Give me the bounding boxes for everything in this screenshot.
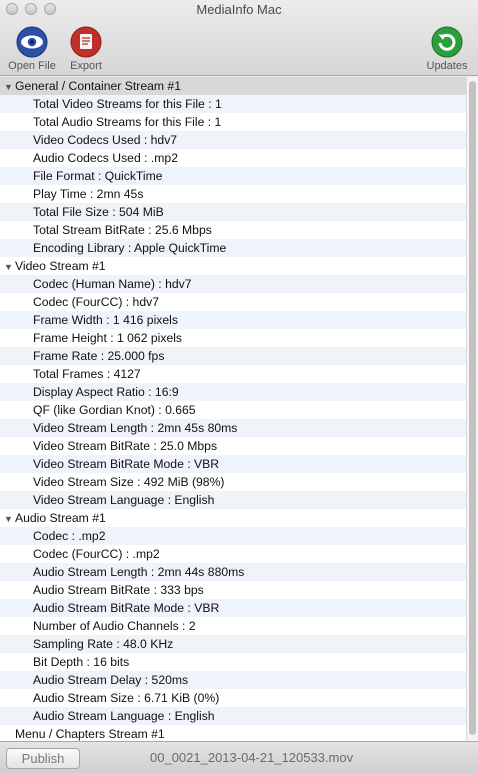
info-row[interactable]: Audio Stream Language : English [0, 707, 466, 725]
info-row[interactable]: Codec (Human Name) : hdv7 [0, 275, 466, 293]
open-file-button[interactable]: Open File [4, 26, 60, 72]
window-title: MediaInfo Mac [196, 2, 282, 17]
publish-button[interactable]: Publish [6, 748, 80, 769]
section-title: Menu / Chapters Stream #1 [15, 727, 165, 741]
info-row[interactable]: Video Codecs Used : hdv7 [0, 131, 466, 149]
info-row[interactable]: Audio Stream BitRate Mode : VBR [0, 599, 466, 617]
info-row[interactable]: Audio Stream BitRate : 333 bps [0, 581, 466, 599]
info-row[interactable]: Bit Depth : 16 bits [0, 653, 466, 671]
section-header[interactable]: ▼ General / Container Stream #1 [0, 77, 466, 95]
section-header[interactable]: ▼ Audio Stream #1 [0, 509, 466, 527]
open-file-label: Open File [8, 60, 56, 72]
info-row[interactable]: Video Stream BitRate : 25.0 Mbps [0, 437, 466, 455]
info-row[interactable]: File Format : QuickTime [0, 167, 466, 185]
bottom-bar: Publish 00_0021_2013-04-21_120533.mov [0, 741, 478, 773]
section-title: General / Container Stream #1 [15, 79, 181, 93]
disclosure-triangle-expanded-icon[interactable]: ▼ [4, 510, 15, 528]
updates-button[interactable]: Updates [419, 26, 475, 72]
info-row[interactable]: Total Stream BitRate : 25.6 Mbps [0, 221, 466, 239]
disclosure-triangle-expanded-icon[interactable]: ▼ [4, 258, 15, 276]
info-row[interactable]: Number of Audio Channels : 2 [0, 617, 466, 635]
file-name: 00_0021_2013-04-21_120533.mov [150, 750, 354, 765]
media-info-outline[interactable]: ▼ General / Container Stream #1 Total Vide… [0, 77, 466, 741]
info-row[interactable]: Frame Rate : 25.000 fps [0, 347, 466, 365]
info-row[interactable]: Play Time : 2mn 45s [0, 185, 466, 203]
info-row[interactable]: Total File Size : 504 MiB [0, 203, 466, 221]
info-row[interactable]: Video Stream Size : 492 MiB (98%) [0, 473, 466, 491]
mediainfo-window: MediaInfo Mac Open File Export Updates ▼… [0, 0, 478, 773]
section-title: Audio Stream #1 [15, 511, 106, 525]
info-row[interactable]: Total Audio Streams for this File : 1 [0, 113, 466, 131]
info-row[interactable]: Total Frames : 4127 [0, 365, 466, 383]
info-row[interactable]: Frame Height : 1 062 pixels [0, 329, 466, 347]
info-row[interactable]: Video Stream Language : English [0, 491, 466, 509]
eye-icon [16, 26, 48, 58]
refresh-icon [431, 26, 463, 58]
export-button[interactable]: Export [58, 26, 114, 72]
export-label: Export [70, 60, 102, 72]
scrollbar-thumb[interactable] [469, 81, 476, 735]
info-row[interactable]: Frame Width : 1 416 pixels [0, 311, 466, 329]
info-row[interactable]: Audio Stream Length : 2mn 44s 880ms [0, 563, 466, 581]
info-row[interactable]: Codec (FourCC) : .mp2 [0, 545, 466, 563]
disclosure-triangle-expanded-icon[interactable]: ▼ [4, 78, 15, 96]
title-bar: MediaInfo Mac Open File Export Updates [0, 0, 478, 76]
info-row[interactable]: QF (like Gordian Knot) : 0.665 [0, 401, 466, 419]
updates-label: Updates [426, 60, 468, 72]
info-row[interactable]: Display Aspect Ratio : 16:9 [0, 383, 466, 401]
section-title: Video Stream #1 [15, 259, 106, 273]
export-icon [70, 26, 102, 58]
info-row[interactable]: Audio Codecs Used : .mp2 [0, 149, 466, 167]
info-row[interactable]: Total Video Streams for this File : 1 [0, 95, 466, 113]
info-row[interactable]: Video Stream Length : 2mn 45s 80ms [0, 419, 466, 437]
info-row[interactable]: Video Stream BitRate Mode : VBR [0, 455, 466, 473]
info-row[interactable]: Audio Stream Delay : 520ms [0, 671, 466, 689]
info-row[interactable]: Sampling Rate : 48.0 KHz [0, 635, 466, 653]
info-row[interactable]: Encoding Library : Apple QuickTime [0, 239, 466, 257]
info-row[interactable]: Codec (FourCC) : hdv7 [0, 293, 466, 311]
section-header[interactable]: ▼ Video Stream #1 [0, 257, 466, 275]
info-row[interactable]: Codec : .mp2 [0, 527, 466, 545]
section-header[interactable]: Menu / Chapters Stream #1 [0, 725, 466, 741]
vertical-scrollbar[interactable] [466, 77, 478, 741]
info-row[interactable]: Audio Stream Size : 6.71 KiB (0%) [0, 689, 466, 707]
